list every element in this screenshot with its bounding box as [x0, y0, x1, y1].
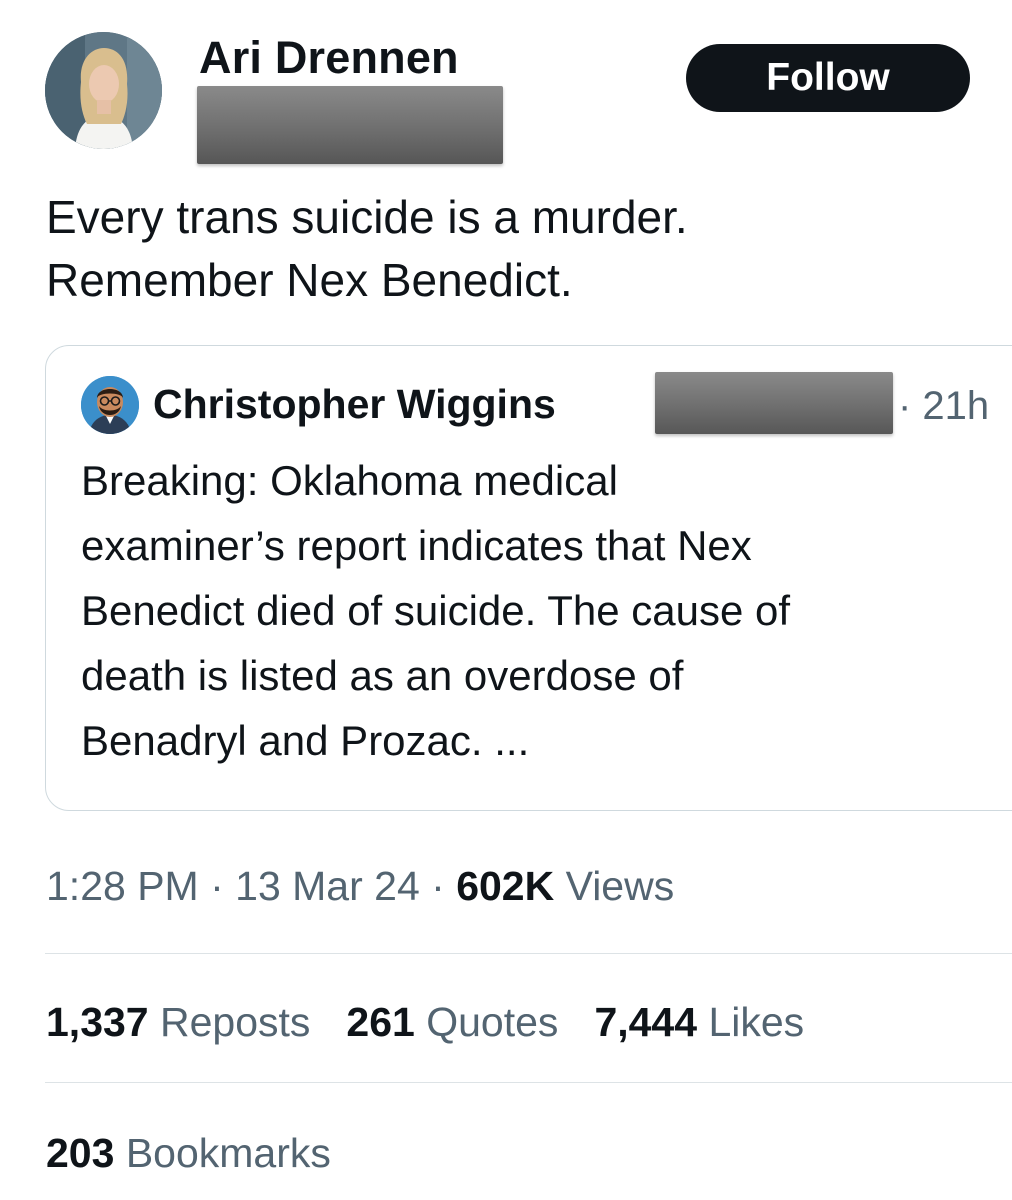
divider — [45, 1082, 1012, 1083]
tweet-date[interactable]: 13 Mar 24 — [235, 863, 420, 909]
meta-separator: · — [198, 863, 236, 909]
quoted-tweet-text: Breaking: Oklahoma medical examiner’s re… — [81, 448, 981, 773]
bookmarks-count: 203 — [46, 1130, 115, 1176]
quoted-author-avatar[interactable] — [81, 376, 139, 434]
reposts-stat[interactable]: 1,337 Reposts — [46, 999, 310, 1045]
quotes-count: 261 — [346, 999, 415, 1045]
views-count: 602K — [456, 863, 555, 909]
divider — [45, 953, 1012, 954]
author-display-name[interactable]: Ari Drennen — [199, 30, 459, 86]
cartoon-avatar-icon — [81, 376, 139, 434]
views-label: Views — [554, 863, 675, 909]
tweet-text-line: Remember Nex Benedict. — [46, 254, 573, 306]
likes-label: Likes — [697, 999, 805, 1045]
tweet-text-line: Every trans suicide is a murder. — [46, 191, 688, 243]
quoted-text-line: Benedict died of suicide. The cause of — [81, 587, 791, 634]
meta-separator: · — [419, 863, 457, 909]
follow-button[interactable]: Follow — [686, 44, 970, 112]
bookmarks-label: Bookmarks — [114, 1130, 331, 1176]
engagement-stats: 1,337 Reposts 261 Quotes 7,444 Likes — [46, 994, 804, 1050]
profile-photo-icon — [45, 32, 162, 149]
quotes-stat[interactable]: 261 Quotes — [346, 999, 558, 1045]
quoted-timestamp[interactable]: · 21h — [898, 378, 989, 434]
quoted-text-line: Benadryl and Prozac. ... — [81, 717, 530, 764]
redacted-quoted-handle — [655, 372, 893, 434]
tweet-text: Every trans suicide is a murder. Remembe… — [46, 186, 986, 312]
quoted-text-line: death is listed as an overdose of — [81, 652, 684, 699]
quoted-text-line: examiner’s report indicates that Nex — [81, 522, 752, 569]
redacted-handle — [197, 86, 503, 164]
tweet-meta: 1:28 PM · 13 Mar 24 · 602K Views — [46, 858, 674, 914]
likes-count: 7,444 — [594, 999, 698, 1045]
tweet-time[interactable]: 1:28 PM — [46, 863, 199, 909]
bookmarks-stat[interactable]: 203 Bookmarks — [46, 1125, 331, 1181]
reposts-count: 1,337 — [46, 999, 149, 1045]
quoted-author-name[interactable]: Christopher Wiggins — [153, 376, 556, 432]
quotes-label: Quotes — [414, 999, 559, 1045]
reposts-label: Reposts — [148, 999, 311, 1045]
author-avatar[interactable] — [45, 32, 162, 149]
quoted-text-line: Breaking: Oklahoma medical — [81, 457, 618, 504]
likes-stat[interactable]: 7,444 Likes — [594, 999, 804, 1045]
